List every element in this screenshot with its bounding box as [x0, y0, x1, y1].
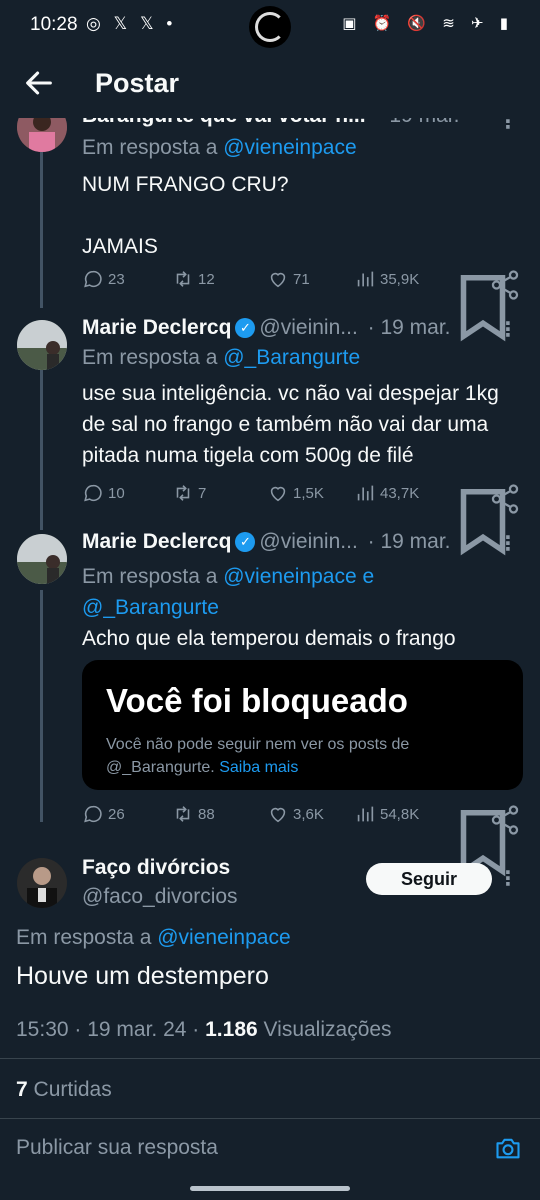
thread-line: [40, 148, 43, 308]
tweet-text: Acho que ela temperou demais o frango: [82, 627, 456, 650]
tweet-text: NUM FRANGO CRU? JAMAIS: [82, 173, 289, 258]
mention-link[interactable]: @_Barangurte: [82, 596, 219, 619]
reply-icon: [84, 484, 102, 502]
mention-link[interactable]: @vieneinpace: [223, 136, 356, 159]
avatar[interactable]: [17, 118, 67, 152]
main-author-handle[interactable]: @faco_divorcios: [82, 885, 238, 909]
avatar[interactable]: [17, 858, 67, 908]
app-header: Postar: [0, 52, 540, 118]
verified-badge-icon: ✓: [235, 318, 256, 338]
mention-link[interactable]: @vieneinpace: [157, 926, 290, 949]
thread-line: [40, 590, 43, 822]
more-options-icon[interactable]: ⋮: [498, 118, 518, 132]
reply-button[interactable]: 23: [82, 268, 125, 290]
tweet-meta: 15:30 · 19 mar. 24 · 1.186 Visualizações: [16, 1018, 392, 1041]
camera-cutout: [249, 6, 291, 48]
share-icon[interactable]: [488, 803, 522, 837]
retweet-icon: [176, 271, 190, 287]
heart-icon: [270, 807, 286, 823]
reply-context: Em resposta a @vieneinpace: [16, 926, 291, 949]
divider: [0, 1118, 540, 1119]
avatar[interactable]: [17, 534, 67, 584]
learn-more-link[interactable]: Saiba mais: [219, 759, 298, 776]
tweet-actions: 10 7 1,5K 43,7K: [82, 482, 522, 556]
avatar[interactable]: [17, 320, 67, 370]
retweet-icon: [176, 485, 190, 501]
heart-icon: [270, 272, 286, 288]
tweet-date[interactable]: 19 mar.: [389, 118, 459, 127]
retweet-button[interactable]: 88: [172, 803, 215, 825]
reply-context: Em resposta a @vieneinpace: [82, 136, 357, 159]
follow-button[interactable]: Seguir: [366, 863, 492, 895]
reply-context: Em resposta a @vieneinpace e @_Barangurt…: [82, 565, 375, 619]
page-title: Postar: [95, 68, 180, 98]
blocked-title: Você foi bloqueado: [106, 682, 408, 719]
tweet-author-line: Marie Declercq ✓ @viei​nin... · 19 mar.: [82, 530, 451, 554]
tweet-actions: 23 12 71 35,9K: [82, 268, 522, 342]
status-time: 10:28: [30, 14, 78, 35]
reply-button[interactable]: 26: [82, 803, 125, 825]
back-arrow-icon[interactable]: [22, 66, 56, 100]
tweet-author-line: Marie Declercq ✓ @viei​nin... · 19 mar.: [82, 316, 451, 340]
timestamp[interactable]: 15:30 · 19 mar. 24 ·: [16, 1018, 199, 1041]
reply-icon: [84, 805, 102, 823]
more-options-icon[interactable]: ⋮: [498, 869, 518, 889]
system-icons: ▣ ⏰ 🔇 ≋ ✈ ▮: [342, 15, 514, 32]
author-name[interactable]: Marie Declercq: [82, 530, 231, 553]
home-indicator[interactable]: [190, 1186, 350, 1191]
views-count: 1.186: [205, 1018, 258, 1041]
status-bar: 10:28 ◎ 𝕏 𝕏 • ▣ ⏰ 🔇 ≋ ✈ ▮: [0, 0, 540, 52]
like-button[interactable]: 1,5K: [267, 482, 324, 504]
author-name[interactable]: Marie Declercq: [82, 316, 231, 339]
heart-icon: [270, 486, 286, 502]
more-options-icon[interactable]: ⋮: [498, 320, 518, 340]
main-tweet-text: Houve um destempero: [16, 962, 269, 990]
reply-context: Em resposta a @_Barangurte: [82, 346, 361, 369]
thread: Barangurte que vai votar n... 19 mar. ⋮ …: [0, 118, 540, 1118]
reply-button[interactable]: 10: [82, 482, 125, 504]
blocked-card: Você foi bloqueado Você não pode seguir …: [82, 660, 523, 790]
retweet-button[interactable]: 12: [172, 268, 215, 290]
like-button[interactable]: 71: [267, 268, 310, 290]
reply-icon: [84, 270, 102, 288]
author-name[interactable]: Barangurte que vai votar n...: [82, 118, 366, 127]
tweet-author-line: Barangurte que vai votar n... 19 mar.: [82, 118, 459, 128]
likes-summary[interactable]: 7 Curtidas: [16, 1078, 112, 1102]
views-icon: [357, 806, 374, 822]
author-handle[interactable]: @viei​nin...: [259, 316, 357, 339]
views-button[interactable]: 35,9K: [354, 268, 419, 290]
blocked-text: Você não pode seguir nem ver os posts de…: [106, 736, 410, 776]
share-icon[interactable]: [488, 268, 522, 302]
verified-badge-icon: ✓: [235, 532, 256, 552]
reply-input[interactable]: Publicar sua resposta: [16, 1136, 218, 1160]
views-icon: [357, 485, 374, 501]
thread-line: [40, 370, 43, 530]
views-button[interactable]: 54,8K: [354, 803, 419, 825]
tweet-date[interactable]: · 19 mar.: [368, 316, 451, 339]
tweet-date[interactable]: · 19 mar.: [368, 530, 451, 553]
retweet-button[interactable]: 7: [172, 482, 206, 504]
notification-icons: ◎ 𝕏 𝕏 •: [86, 14, 177, 33]
views-button[interactable]: 43,7K: [354, 482, 419, 504]
tweet-actions: 26 88 3,6K 54,8K: [82, 803, 522, 877]
author-handle[interactable]: @viei​nin...: [259, 530, 357, 553]
views-icon: [357, 271, 374, 287]
mention-link[interactable]: @vieneinpace e: [223, 565, 374, 588]
main-author-name[interactable]: Faço divórcios: [82, 856, 230, 880]
more-options-icon[interactable]: ⋮: [498, 534, 518, 554]
like-button[interactable]: 3,6K: [267, 803, 324, 825]
mention-link[interactable]: @_Barangurte: [223, 346, 360, 369]
retweet-icon: [176, 806, 190, 822]
share-icon[interactable]: [488, 482, 522, 516]
divider: [0, 1058, 540, 1059]
camera-icon[interactable]: [494, 1134, 522, 1162]
tweet-text: use sua inteligência. vc não vai despeja…: [82, 382, 499, 467]
